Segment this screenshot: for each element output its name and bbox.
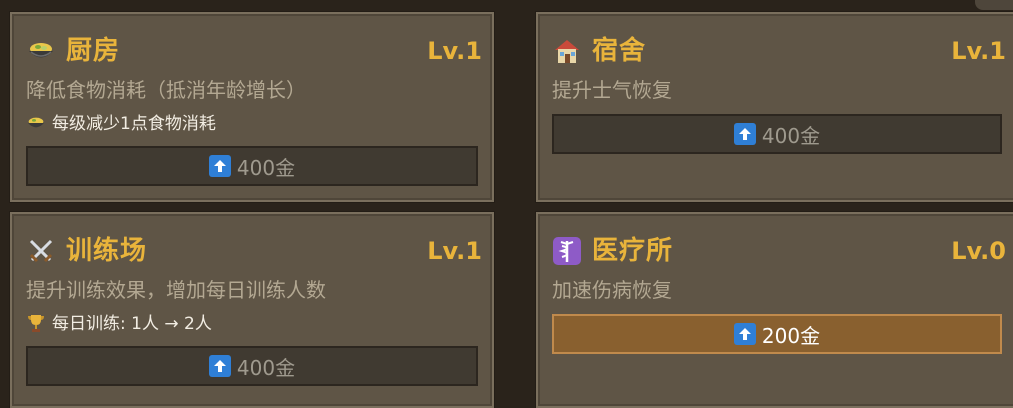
upgrade-button[interactable]: 400金 <box>552 114 1002 154</box>
card-level: Lv.1 <box>951 37 1006 65</box>
house-icon <box>555 40 579 63</box>
card-header: 训练场 Lv.1 <box>26 234 482 268</box>
trophy-icon <box>28 315 44 332</box>
upgrade-cost: 400金 <box>236 155 296 180</box>
card-effect: 每日训练: 1人 → 2人 <box>26 310 212 338</box>
card-description: 提升训练效果，增加每日训练人数 <box>26 278 326 302</box>
card-header: 医疗所 Lv.0 <box>552 234 1006 268</box>
upgrade-arrow-icon <box>733 323 756 345</box>
upgrade-cost: 400金 <box>236 355 296 380</box>
crossed-swords-icon <box>29 239 53 263</box>
card-description: 加速伤病恢复 <box>552 278 672 302</box>
upgrade-button[interactable]: 400金 <box>26 346 478 386</box>
building-card-dormitory: 宿舍 Lv.1 提升士气恢复 400金 <box>536 12 1013 202</box>
effect-text: 每日训练: 1人 → 2人 <box>52 314 212 334</box>
upgrade-button[interactable]: 400金 <box>26 146 478 186</box>
food-bowl-icon <box>29 43 53 58</box>
card-level: Lv.0 <box>951 237 1006 265</box>
building-card-kitchen: 厨房 Lv.1 降低食物消耗（抵消年龄增长） 每级减少1点食物消耗 400金 <box>10 12 494 202</box>
medical-symbol-icon <box>553 237 581 265</box>
upgrade-cost: 200金 <box>761 323 821 348</box>
card-title: 医疗所 <box>592 236 674 266</box>
card-level: Lv.1 <box>427 37 482 65</box>
upgrade-button[interactable]: 200金 <box>552 314 1002 354</box>
upgrade-arrow-icon <box>208 355 231 377</box>
building-card-training-ground: 训练场 Lv.1 提升训练效果，增加每日训练人数 每日训练: 1人 → 2人 4… <box>10 212 494 408</box>
top-edge-fragment <box>975 0 1013 10</box>
upgrade-arrow-icon <box>208 155 231 177</box>
card-effect: 每级减少1点食物消耗 <box>26 110 216 138</box>
building-card-clinic: 医疗所 Lv.0 加速伤病恢复 200金 <box>536 212 1013 408</box>
upgrade-cost: 400金 <box>761 123 821 148</box>
card-description: 降低食物消耗（抵消年龄增长） <box>26 78 306 102</box>
food-bowl-icon <box>28 117 44 128</box>
card-header: 厨房 Lv.1 <box>26 34 482 68</box>
card-title: 宿舍 <box>592 36 647 66</box>
card-level: Lv.1 <box>427 237 482 265</box>
effect-text: 每级减少1点食物消耗 <box>52 114 216 134</box>
card-header: 宿舍 Lv.1 <box>552 34 1006 68</box>
card-title: 厨房 <box>66 36 121 66</box>
upgrade-arrow-icon <box>733 123 756 145</box>
card-title: 训练场 <box>66 236 148 266</box>
card-description: 提升士气恢复 <box>552 78 672 102</box>
